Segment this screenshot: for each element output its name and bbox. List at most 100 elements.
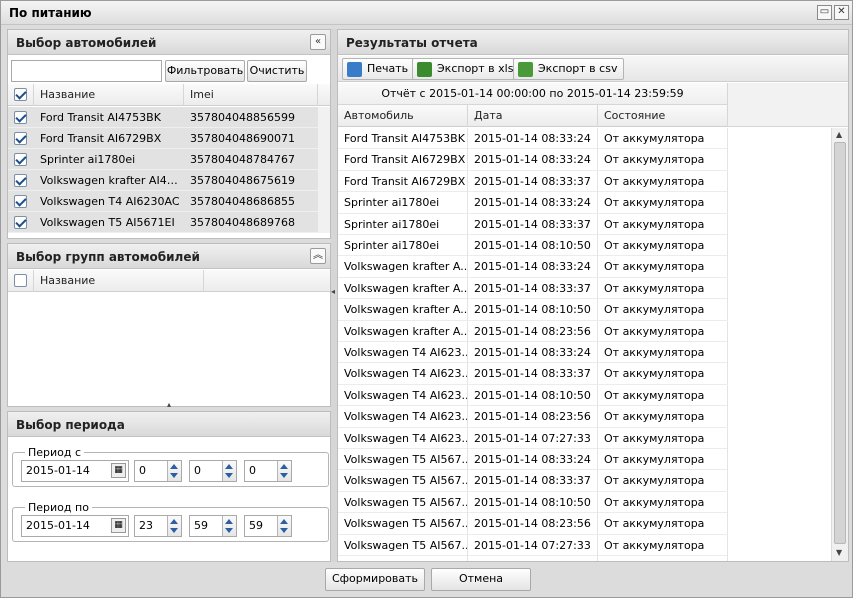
- period-from-hour-value: 0: [139, 464, 146, 477]
- submit-button[interactable]: Сформировать: [325, 568, 425, 591]
- result-row[interactable]: Ford Transit AI4753BK 2015-01-14 08:33:24…: [338, 128, 728, 150]
- period-from-second-spinner[interactable]: 0: [244, 460, 292, 482]
- period-to-second-spinner[interactable]: 59: [244, 515, 292, 537]
- vehicle-row-checkbox[interactable]: [14, 195, 27, 208]
- filter-button[interactable]: Фильтровать: [165, 60, 245, 82]
- result-state: От аккумулятора: [598, 342, 728, 363]
- spinner-arrows-icon[interactable]: [167, 461, 181, 481]
- vehicles-scrollbar[interactable]: [318, 107, 330, 233]
- print-button[interactable]: Печать: [342, 58, 416, 80]
- vehicle-row[interactable]: Ford Transit AI6729BX 357804048690071: [8, 128, 318, 149]
- spinner-arrows-icon[interactable]: [167, 516, 181, 536]
- groups-select-all-checkbox[interactable]: [14, 274, 27, 287]
- scroll-down-icon[interactable]: ▼: [836, 548, 842, 557]
- result-row[interactable]: Volkswagen T5 AI567... 2015-01-14 08:33:3…: [338, 470, 728, 492]
- result-date: 2015-01-14 08:33:24: [468, 128, 598, 149]
- result-date: 2015-01-14 08:33:24: [468, 449, 598, 470]
- close-icon[interactable]: ✕: [834, 5, 849, 20]
- result-date: 2015-01-14 08:33:24: [468, 342, 598, 363]
- column-name[interactable]: Название: [34, 84, 184, 106]
- vehicle-row[interactable]: Volkswagen T5 AI5671EI 357804048689768: [8, 212, 318, 233]
- maximize-icon[interactable]: ▭: [817, 5, 832, 20]
- result-car: Volkswagen krafter A...: [338, 256, 468, 278]
- spinner-arrows-icon[interactable]: [277, 516, 291, 536]
- clear-button[interactable]: Очистить: [247, 60, 307, 82]
- results-scrollbar[interactable]: ▲ ▼: [831, 128, 848, 561]
- window-title-bar[interactable]: По питанию ▭ ✕: [1, 1, 852, 25]
- result-row[interactable]: Volkswagen T5 AI567... 2015-01-14 07:27:3…: [338, 534, 728, 556]
- result-state: От аккумулятора: [598, 213, 728, 235]
- period-to-hour-spinner[interactable]: 23: [134, 515, 182, 537]
- scroll-up-icon[interactable]: ▲: [836, 130, 842, 139]
- period-to-date-input[interactable]: 2015-01-14 ▦: [21, 515, 129, 537]
- result-state: От аккумулятора: [598, 406, 728, 428]
- groups-grid-header: Название: [8, 270, 330, 292]
- spinner-arrows-icon[interactable]: [277, 461, 291, 481]
- result-row[interactable]: Volkswagen krafter A... 2015-01-14 08:10:…: [338, 299, 728, 321]
- vehicle-filter-input[interactable]: [11, 60, 162, 82]
- period-from-minute-spinner[interactable]: 0: [189, 460, 237, 482]
- result-row[interactable]: Volkswagen krafter A... 2015-01-14 08:33:…: [338, 277, 728, 300]
- vehicle-imei: 357804048686855: [190, 195, 295, 208]
- vehicle-name: Volkswagen krafter AI420...: [40, 174, 184, 187]
- column-state[interactable]: Состояние: [598, 105, 728, 127]
- result-row[interactable]: Ford Transit AI6729BX 2015-01-14 08:33:37…: [338, 170, 728, 193]
- result-state: От аккумулятора: [598, 256, 728, 278]
- result-row[interactable]: Volkswagen T4 AI623... 2015-01-14 07:27:3…: [338, 427, 728, 449]
- result-state: От аккумулятора: [598, 192, 728, 214]
- export-csv-button[interactable]: Экспорт в csv: [513, 58, 625, 80]
- splitter-handle-icon[interactable]: ▴: [158, 401, 180, 409]
- result-row[interactable]: Volkswagen T5 AI567... 2015-01-14 08:33:2…: [338, 449, 728, 471]
- vehicle-row-checkbox[interactable]: [14, 111, 27, 124]
- calendar-icon[interactable]: ▦: [111, 518, 126, 533]
- column-imei[interactable]: Imei: [184, 84, 318, 106]
- result-row[interactable]: Sprinter ai1780ei 2015-01-14 08:10:50 От а…: [338, 235, 728, 257]
- vehicle-row-checkbox[interactable]: [14, 216, 27, 229]
- splitter-arrow-icon[interactable]: ◂: [331, 287, 335, 296]
- vehicle-row[interactable]: Volkswagen krafter AI420... 3578040486756…: [8, 170, 318, 191]
- vehicle-name: Ford Transit AI4753BK: [40, 111, 161, 124]
- period-to-date-value: 2015-01-14: [26, 519, 90, 532]
- column-date[interactable]: Дата: [468, 105, 598, 127]
- vehicle-name: Ford Transit AI6729BX: [40, 132, 162, 145]
- scrollbar-thumb[interactable]: [834, 142, 846, 544]
- period-to-minute-value: 59: [194, 519, 208, 532]
- vehicle-row[interactable]: Ford Transit AI4753BK 357804048856599: [8, 107, 318, 128]
- vehicle-imei: 357804048784767: [190, 153, 295, 166]
- result-row[interactable]: Volkswagen krafter A... 2015-01-14 08:33:…: [338, 256, 728, 278]
- calendar-icon[interactable]: ▦: [111, 463, 126, 478]
- collapse-left-icon[interactable]: «: [310, 34, 326, 50]
- print-button-label: Печать: [367, 62, 409, 75]
- vehicle-imei: 357804048689768: [190, 216, 295, 229]
- spinner-arrows-icon[interactable]: [222, 516, 236, 536]
- result-row[interactable]: Volkswagen T4 AI623... 2015-01-14 08:33:2…: [338, 342, 728, 364]
- result-row[interactable]: Volkswagen T5 AI567...2015-01-14 05:10:3…: [338, 556, 728, 561]
- vehicle-row-checkbox[interactable]: [14, 132, 27, 145]
- result-car: Volkswagen T5 AI567...: [338, 556, 468, 561]
- period-from-date-input[interactable]: 2015-01-14 ▦: [21, 460, 129, 482]
- result-row[interactable]: Sprinter ai1780ei 2015-01-14 08:33:37 От а…: [338, 213, 728, 235]
- result-row[interactable]: Volkswagen T5 AI567... 2015-01-14 08:10:5…: [338, 491, 728, 514]
- groups-column-name[interactable]: Название: [34, 270, 204, 292]
- result-row[interactable]: Volkswagen T5 AI567... 2015-01-14 08:23:5…: [338, 513, 728, 535]
- vehicle-row-checkbox[interactable]: [14, 153, 27, 166]
- spinner-arrows-icon[interactable]: [222, 461, 236, 481]
- result-row[interactable]: Volkswagen T4 AI623... 2015-01-14 08:10:5…: [338, 384, 728, 407]
- cancel-button[interactable]: Отмена: [431, 568, 531, 591]
- select-all-checkbox[interactable]: [14, 88, 27, 101]
- vehicles-panel: Выбор автомобилей « Фильтровать Очистить…: [7, 29, 331, 239]
- period-from-hour-spinner[interactable]: 0: [134, 460, 182, 482]
- result-row[interactable]: Volkswagen krafter A... 2015-01-14 08:23:…: [338, 320, 728, 342]
- period-to-minute-spinner[interactable]: 59: [189, 515, 237, 537]
- result-row[interactable]: Volkswagen T4 AI623... 2015-01-14 08:33:3…: [338, 363, 728, 385]
- period-to-legend: Период по: [25, 501, 92, 514]
- result-row[interactable]: Sprinter ai1780ei 2015-01-14 08:33:24 От а…: [338, 192, 728, 214]
- result-row[interactable]: Volkswagen T4 AI623... 2015-01-14 08:23:5…: [338, 406, 728, 428]
- column-car[interactable]: Автомобиль: [338, 105, 468, 127]
- result-row[interactable]: Ford Transit AI6729BX 2015-01-14 08:33:24…: [338, 149, 728, 171]
- vehicle-row-checkbox[interactable]: [14, 174, 27, 187]
- vehicle-row[interactable]: Sprinter ai1780ei 357804048784767: [8, 149, 318, 170]
- vehicle-row[interactable]: Volkswagen T4 AI6230AC 357804048686855: [8, 191, 318, 212]
- export-xls-button[interactable]: Экспорт в xls: [412, 58, 521, 80]
- collapse-up-icon[interactable]: ︽: [310, 248, 326, 264]
